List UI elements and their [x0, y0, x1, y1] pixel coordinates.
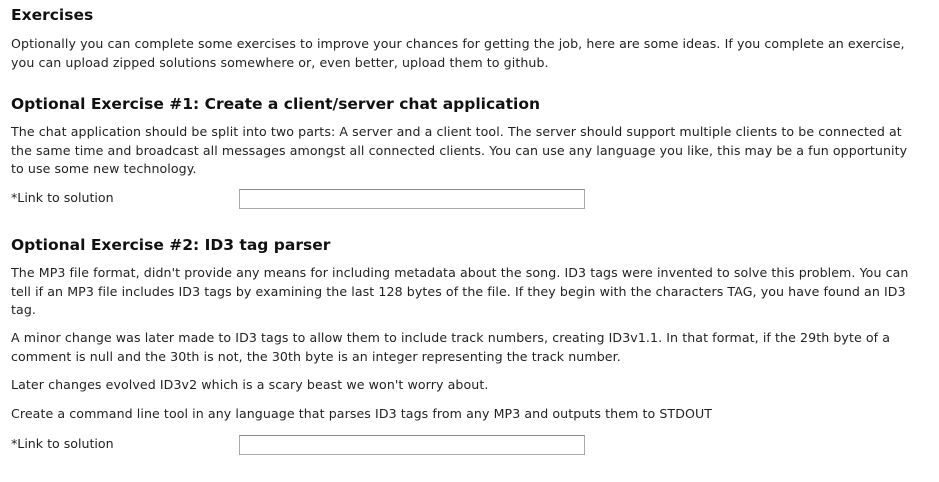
exercises-intro-line: you can upload zipped solutions somewher… [11, 54, 549, 70]
exercise1-description: The chat application should be split int… [11, 123, 916, 179]
exercise2-link-input[interactable] [239, 435, 585, 455]
exercise2-paragraph-4: Create a command line tool in any langua… [11, 406, 713, 421]
exercise2-paragraph-2: A minor change was later made to ID3 tag… [11, 329, 916, 366]
exercise2-heading: Optional Exercise #2: ID3 tag parser [11, 236, 331, 254]
exercise1-link-row: *Link to solution [11, 189, 611, 211]
exercise1-description-line: The chat application should be split int… [11, 124, 902, 139]
exercise1-description-line: to use some new technology. [11, 161, 197, 176]
exercise2-paragraph-line: comment is null and the 30th is not, the… [11, 348, 621, 364]
exercises-intro: Optionally you can complete some exercis… [11, 35, 916, 72]
exercise1-description-line: the same time and broadcast all messages… [11, 142, 908, 158]
exercise2-paragraph-line: The MP3 file format, didn't provide any … [11, 265, 909, 280]
exercise2-paragraph-line: tell if an MP3 file includes ID3 tags by… [11, 283, 906, 299]
exercise1-heading: Optional Exercise #1: Create a client/se… [11, 95, 541, 113]
exercise2-link-row: *Link to solution [11, 435, 611, 457]
exercises-heading: Exercises [11, 6, 94, 24]
exercises-intro-line: Optionally you can complete some exercis… [11, 36, 905, 51]
exercise1-link-label: *Link to solution [11, 190, 114, 205]
exercise2-paragraph-3: Later changes evolved ID3v2 which is a s… [11, 377, 489, 392]
exercise2-paragraph-line: A minor change was later made to ID3 tag… [11, 330, 891, 345]
exercise1-link-input[interactable] [239, 189, 585, 209]
exercise2-paragraph-1: The MP3 file format, didn't provide any … [11, 264, 916, 320]
exercise2-link-label: *Link to solution [11, 436, 114, 451]
exercise2-paragraph-line: tag. [11, 302, 36, 317]
